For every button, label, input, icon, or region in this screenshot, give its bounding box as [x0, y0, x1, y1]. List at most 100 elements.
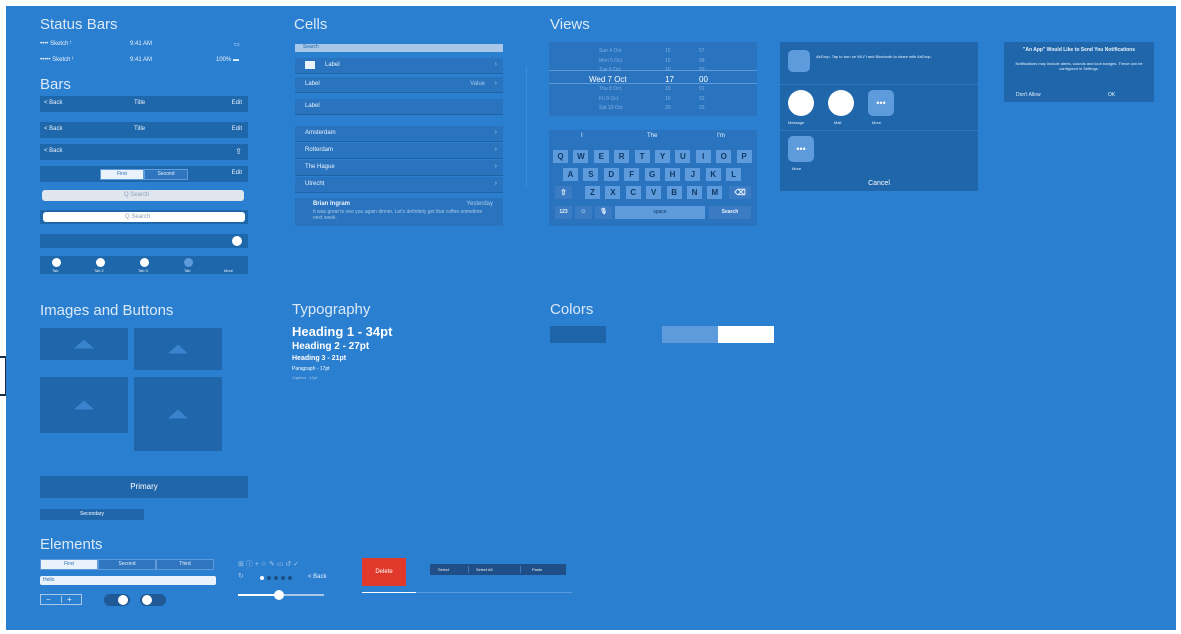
refresh-icon[interactable]: ↻ — [238, 572, 244, 580]
stepper-plus[interactable]: + — [67, 595, 72, 604]
tab-label[interactable]: Tab 2 — [94, 268, 104, 273]
picker-minute[interactable]: 02 — [699, 96, 705, 102]
key[interactable]: G — [644, 168, 660, 181]
key[interactable]: U — [675, 150, 691, 163]
cell-city[interactable]: Utrecht › — [295, 177, 503, 193]
picker-minute[interactable]: 59 — [699, 67, 705, 73]
key[interactable]: I — [695, 150, 711, 163]
text-field[interactable]: Hello — [40, 576, 216, 585]
picker-date[interactable]: Sun 4 Oct — [599, 48, 621, 54]
page-dot[interactable] — [260, 576, 264, 580]
picker-hour[interactable]: 16 — [665, 67, 671, 73]
picker-minute[interactable]: 57 — [699, 48, 705, 54]
key[interactable]: R — [614, 150, 630, 163]
stepper-minus[interactable]: − — [46, 595, 51, 604]
picker-hour[interactable]: 18 — [665, 86, 671, 92]
picker-date[interactable]: Wed 7 Oct — [589, 75, 627, 84]
key[interactable]: H — [665, 168, 680, 181]
cancel-button[interactable]: Cancel — [780, 176, 978, 191]
picker-date[interactable]: Tue 6 Oct — [599, 67, 621, 73]
edit-button[interactable]: Edit — [232, 126, 242, 132]
cell-city[interactable]: Rotterdam › — [295, 143, 503, 159]
key[interactable]: Z — [585, 186, 600, 199]
segment-first[interactable]: First — [40, 559, 98, 570]
toggle-switch[interactable] — [140, 594, 166, 606]
picker-hour[interactable]: 17 — [665, 75, 674, 84]
search-key[interactable]: Search — [709, 206, 751, 219]
tab-label-more[interactable]: More — [224, 268, 233, 273]
picker-date[interactable]: Mon 5 Oct — [599, 58, 622, 64]
picker-hour[interactable]: 19 — [665, 96, 671, 102]
search-bar-1[interactable]: Q Search — [42, 190, 244, 201]
key[interactable]: A — [563, 168, 578, 181]
tab-icon[interactable] — [96, 258, 105, 267]
tab-label[interactable]: Tab 3 — [138, 268, 148, 273]
cell-with-icon[interactable]: Label › — [295, 58, 503, 74]
notification-cell[interactable]: Brian Ingram Yesterday It was great to s… — [295, 198, 503, 226]
mail-share-button[interactable] — [828, 90, 854, 116]
picker-minute[interactable]: 03 — [699, 105, 705, 111]
keyboard-suggestion[interactable]: I'm — [717, 133, 725, 139]
toolbar-icon-row[interactable]: ⊞ ⓘ + ☆ ✎ ▭ ↺ ✓ — [238, 559, 299, 569]
secondary-button[interactable]: Secondary — [40, 509, 144, 520]
key[interactable]: X — [605, 186, 621, 199]
segment-third[interactable]: Third — [156, 559, 214, 570]
cell-label-value[interactable]: Label Value › — [295, 77, 503, 93]
cell-city[interactable]: Amsterdam › — [295, 126, 503, 142]
tab-label[interactable]: Tab — [52, 268, 58, 273]
cell-search[interactable]: Search — [295, 44, 503, 52]
select-button[interactable]: Select — [438, 567, 449, 572]
numbers-key[interactable]: 123 — [555, 206, 572, 219]
share-icon[interactable]: ⇪ — [235, 147, 242, 156]
segment-second[interactable]: Second — [98, 559, 156, 570]
back-button[interactable]: < Back — [44, 100, 63, 106]
key[interactable]: K — [705, 168, 721, 181]
picker-date[interactable]: Sat 10 Oct — [599, 105, 623, 111]
keyboard-suggestion[interactable]: The — [647, 133, 657, 139]
page-dot[interactable] — [267, 576, 271, 580]
search-input[interactable]: Q Search — [43, 212, 245, 222]
key[interactable]: J — [685, 168, 701, 181]
back-button[interactable]: < Back — [44, 126, 63, 132]
edit-button[interactable]: Edit — [232, 170, 242, 176]
picker-hour[interactable]: 20 — [665, 105, 671, 111]
keyboard-suggestion[interactable]: I — [581, 133, 583, 139]
ok-button[interactable]: OK — [1108, 92, 1115, 98]
backspace-key[interactable]: ⌫ — [729, 186, 751, 199]
picker-hour[interactable]: 15 — [665, 48, 671, 54]
key[interactable]: Y — [655, 150, 670, 163]
emoji-key[interactable]: ☺ — [575, 206, 592, 219]
primary-button[interactable]: Primary — [40, 476, 248, 498]
tab-icon[interactable] — [184, 258, 193, 267]
key[interactable]: V — [646, 186, 662, 199]
picker-date[interactable]: Fri 9 Oct — [599, 96, 618, 102]
select-all-button[interactable]: Select All — [476, 567, 492, 572]
key[interactable]: Q — [553, 150, 568, 163]
key[interactable]: O — [716, 150, 732, 163]
segment-first[interactable]: First — [100, 169, 144, 180]
key[interactable]: W — [573, 150, 589, 163]
cell-city[interactable]: The Hague › — [295, 160, 503, 176]
segment-second[interactable]: Second — [144, 169, 188, 180]
key[interactable]: M — [707, 186, 723, 199]
more-action-button[interactable]: ••• — [788, 136, 814, 162]
edit-button[interactable]: Edit — [232, 100, 242, 106]
picker-hour[interactable]: 15 — [665, 58, 671, 64]
tab-icon[interactable] — [140, 258, 149, 267]
cell-label-plain[interactable]: Label — [295, 99, 503, 115]
key[interactable]: S — [583, 168, 599, 181]
message-share-button[interactable] — [788, 90, 814, 116]
back-button[interactable]: < Back — [44, 148, 63, 154]
airdrop-icon[interactable] — [788, 50, 810, 72]
back-button[interactable]: < Back — [308, 574, 327, 580]
toggle-switch[interactable] — [104, 594, 130, 606]
slider-thumb[interactable] — [274, 590, 284, 600]
key[interactable]: D — [603, 168, 619, 181]
key[interactable]: B — [666, 186, 682, 199]
space-key[interactable]: space — [615, 206, 705, 219]
picker-minute[interactable]: 01 — [699, 86, 705, 92]
picker-minute[interactable]: 00 — [699, 75, 708, 84]
delete-button[interactable]: Delete — [362, 558, 406, 586]
date-picker[interactable]: Sun 4 Oct 15 57 Mon 5 Oct 15 58 Tue 6 Oct 16 59 W… — [549, 42, 757, 116]
shift-key[interactable]: ⇧ — [555, 186, 572, 199]
